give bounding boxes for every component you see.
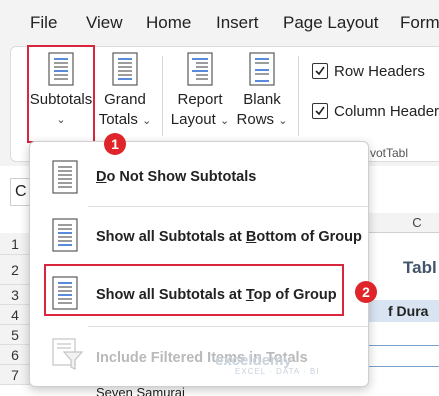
column-header-c[interactable]: C [395, 213, 439, 233]
row-header[interactable]: 4 [0, 305, 30, 325]
column-headers-label: Column Header [334, 103, 439, 120]
blank-rows-label-1: Blank [243, 91, 281, 108]
menu-page-layout[interactable]: Page Layout [283, 13, 378, 33]
step-badge-2: 2 [355, 281, 377, 303]
menu-format[interactable]: Form [400, 13, 439, 33]
blank-rows-icon [249, 52, 275, 86]
watermark-tagline: EXCEL · DATA · BI [235, 367, 320, 376]
row-header[interactable]: 1 [0, 233, 30, 255]
cell-table-title[interactable]: Tabl [403, 258, 437, 278]
row-header[interactable]: 7 [0, 365, 30, 385]
menu-view[interactable]: View [86, 13, 123, 33]
menu-divider [88, 206, 368, 207]
chevron-down-icon: ⌄ [142, 115, 152, 127]
menu-item-label: Show all Subtotals at Bottom of Group [96, 229, 362, 245]
chevron-down-icon: ⌄ [278, 115, 288, 127]
menu-home[interactable]: Home [146, 13, 191, 33]
row-header[interactable]: 2 [0, 255, 30, 285]
ribbon-divider [162, 56, 163, 136]
grand-totals-button[interactable]: Grand Totals ⌄ [96, 50, 154, 134]
menu-bar: File View Home Insert Page Layout Form [0, 0, 439, 46]
grand-totals-icon [112, 52, 138, 86]
checkmark-icon [315, 66, 325, 76]
menu-insert[interactable]: Insert [216, 13, 259, 33]
subtotals-highlight [27, 45, 95, 143]
top-of-group-highlight [44, 264, 344, 316]
report-layout-label-2: Layout [170, 111, 216, 128]
subtotals-bottom-icon [52, 218, 78, 252]
row-header[interactable]: 3 [0, 285, 30, 305]
cell-header-duration[interactable]: f Dura [388, 303, 428, 319]
subtotals-none-icon [52, 160, 78, 194]
chevron-down-icon: ⌄ [220, 115, 230, 127]
column-headers-checkbox[interactable] [312, 103, 328, 119]
grand-totals-label-2: Totals [98, 111, 138, 128]
group-label: votTabl [370, 146, 409, 160]
menu-item-label: Do Not Show Subtotals [96, 169, 257, 185]
table-rule [368, 345, 439, 346]
blank-rows-button[interactable]: Blank Rows ⌄ [234, 50, 290, 134]
row-headers-label: Row Headers [334, 63, 425, 80]
menu-item-show-subtotals-bottom[interactable]: Show all Subtotals at Bottom of Group [30, 208, 370, 264]
filter-icon [52, 338, 84, 370]
report-layout-button[interactable]: Report Layout ⌄ [170, 50, 230, 134]
table-rule [368, 366, 439, 367]
watermark-logo: exceldemy EXCEL · DATA · BI [215, 352, 319, 376]
blank-rows-label-2: Rows [236, 111, 275, 128]
menu-item-do-not-show-subtotals[interactable]: Do Not Show Subtotals [30, 150, 370, 206]
menu-divider [88, 326, 368, 327]
report-layout-label-1: Report [177, 91, 223, 108]
ribbon-divider [298, 56, 299, 136]
menu-file[interactable]: File [30, 13, 57, 33]
row-header[interactable]: 5 [0, 325, 30, 345]
report-layout-icon [187, 52, 213, 86]
grand-totals-label-1: Grand [104, 91, 146, 108]
step-badge-1: 1 [104, 133, 126, 155]
checkmark-icon [315, 106, 325, 116]
row-headers-checkbox[interactable] [312, 63, 328, 79]
row-header[interactable]: 6 [0, 345, 30, 365]
